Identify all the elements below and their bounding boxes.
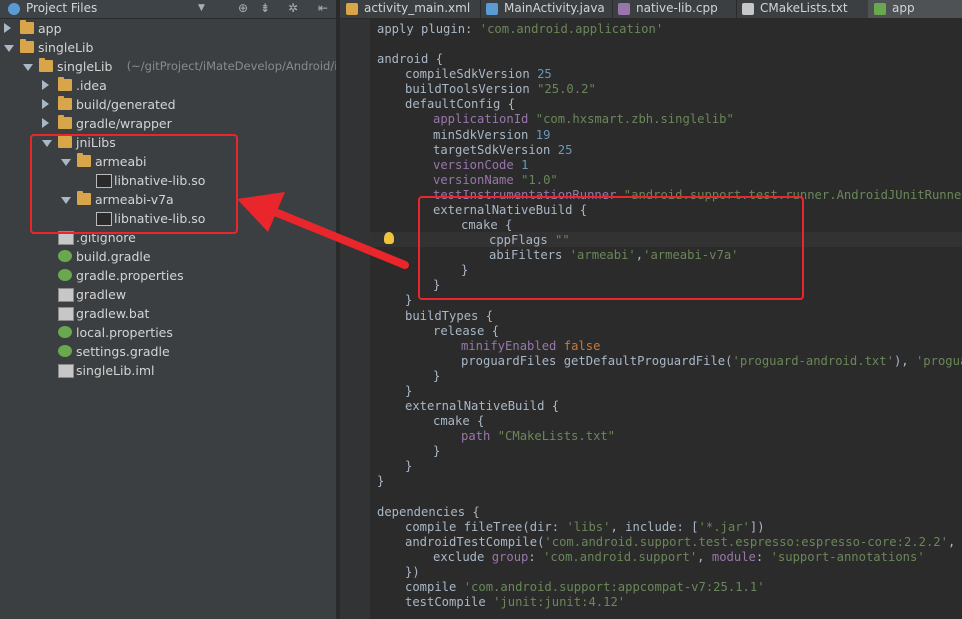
arrow-shaft xyxy=(266,206,409,269)
annotation-arrow xyxy=(237,192,409,269)
